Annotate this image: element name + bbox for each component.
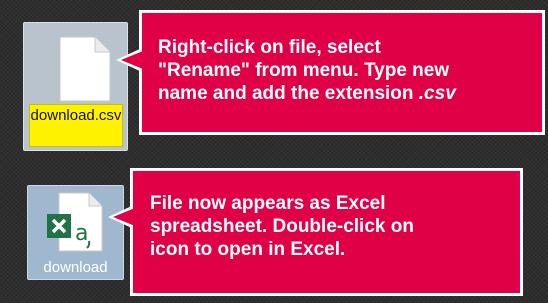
rename-input[interactable]: download.csv xyxy=(29,104,123,147)
callout-rename-instructions: Right-click on file, select "Rename" fro… xyxy=(139,10,545,135)
excel-spreadsheet-icon: a xyxy=(47,192,103,252)
callout-pointer xyxy=(113,208,135,226)
callout-text-line: Right-click on file, select xyxy=(158,37,381,58)
file-download-csv[interactable]: download.csv xyxy=(23,22,128,151)
file-download-excel[interactable]: a download xyxy=(27,185,124,280)
callout-text-line: icon to open in Excel. xyxy=(150,239,346,260)
file-name-label: download xyxy=(43,259,108,276)
callout-extension-text: .csv xyxy=(418,83,456,104)
callout-open-instructions: File now appears as Excel spreadsheet. D… xyxy=(130,168,523,296)
callout-text-line: spreadsheet. Double-click on xyxy=(150,216,414,237)
callout-text-segment: name and add the extension xyxy=(158,83,419,104)
callout-pointer xyxy=(121,51,143,69)
blank-document-icon xyxy=(59,36,111,102)
callout-text-line: File now appears as Excel xyxy=(150,193,386,214)
svg-text:a: a xyxy=(75,221,88,246)
callout-text-line: name and add the extension .csv xyxy=(158,82,542,105)
callout-text-line: "Rename" from menu. Type new xyxy=(158,60,450,81)
